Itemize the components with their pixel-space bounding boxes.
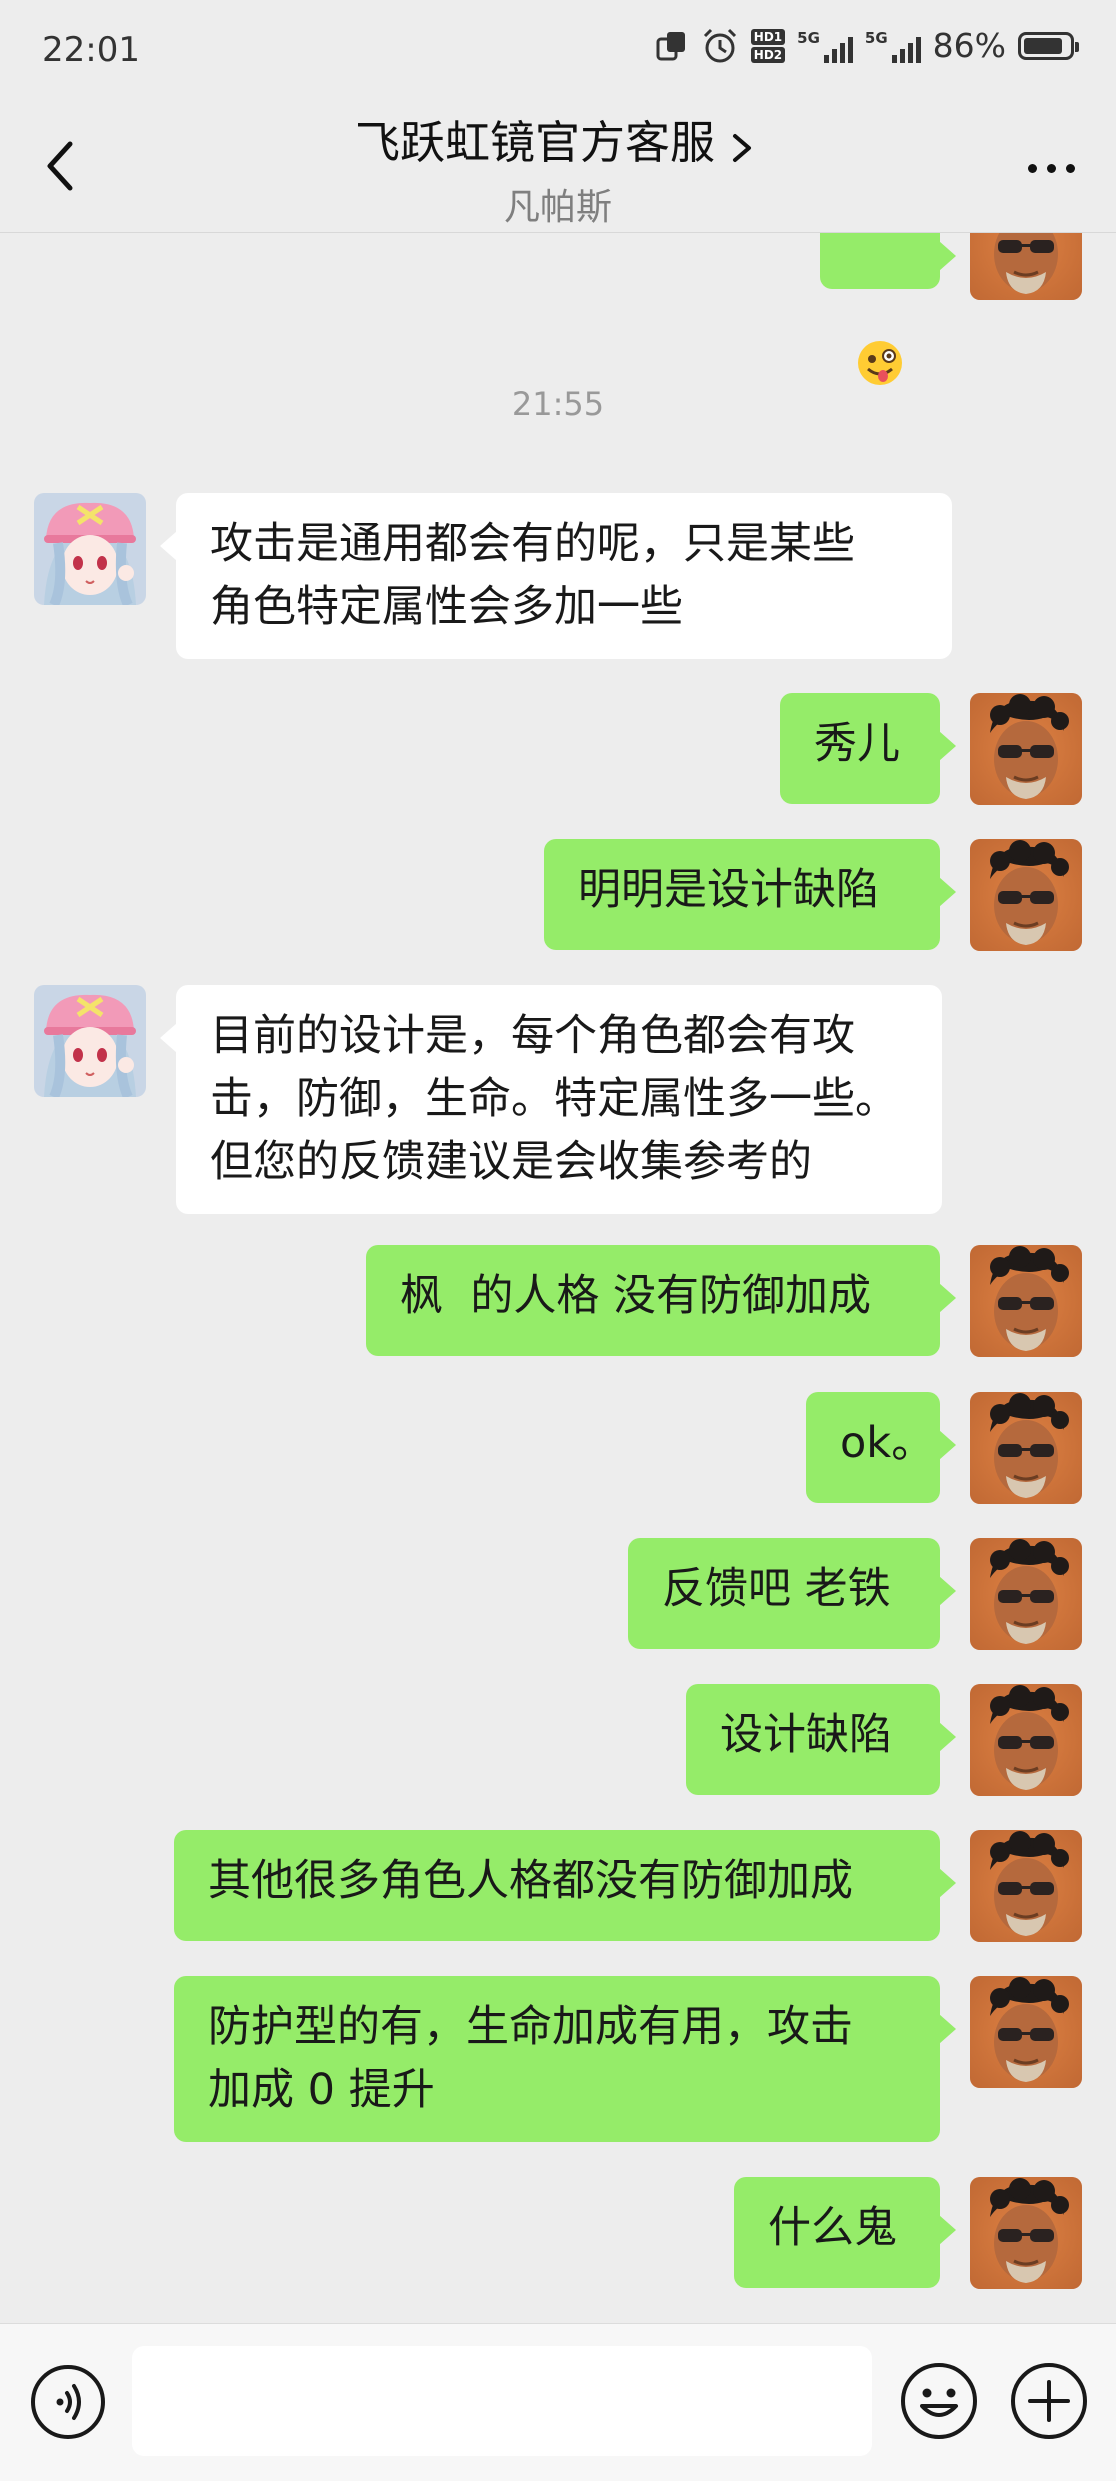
status-bar: 22:01 HD1 HD2 5G 5G 86% — [0, 0, 1116, 100]
plus-icon — [1011, 2363, 1087, 2439]
my-avatar[interactable] — [970, 1830, 1082, 1942]
more-icon — [1027, 163, 1075, 173]
message-bubble[interactable]: 设计缺陷 — [686, 1684, 956, 1795]
signal-icon: 5G — [797, 29, 853, 63]
status-icons: HD1 HD2 5G 5G 86% — [655, 26, 1079, 65]
battery-percent: 86% — [932, 26, 1006, 65]
chat-title-button[interactable]: 飞跃虹镜官方客服 — [0, 106, 1116, 171]
my-avatar[interactable] — [970, 1245, 1082, 1357]
hd-label-1: HD1 — [750, 28, 786, 45]
signal-icon-2: 5G — [865, 29, 921, 63]
status-time: 22:01 — [42, 30, 140, 70]
network-label-2: 5G — [864, 28, 888, 47]
my-avatar[interactable] — [970, 839, 1082, 951]
message-bubble-emoji[interactable] — [820, 233, 956, 385]
chat-title: 飞跃虹镜官方客服 — [354, 116, 715, 169]
hd-icon: HD1 HD2 — [750, 28, 786, 63]
chevron-right-icon — [721, 126, 761, 166]
input-bar — [0, 2323, 1116, 2481]
chat-subtitle: 凡帕斯 — [503, 187, 612, 228]
agent-avatar[interactable] — [34, 985, 146, 1097]
screen-icon — [655, 29, 689, 63]
my-avatar[interactable] — [970, 693, 1082, 805]
message-bubble[interactable]: 什么鬼 — [734, 2177, 956, 2288]
my-avatar[interactable] — [970, 1684, 1082, 1796]
my-avatar[interactable] — [970, 1392, 1082, 1504]
chat-area[interactable]: 21:55 攻击是通用都会有的呢，只是某些 角色特定属性会多加一些秀儿明明是设计… — [0, 233, 1116, 2323]
my-avatar[interactable] — [970, 1538, 1082, 1650]
message-bubble[interactable]: 秀儿 — [780, 693, 956, 804]
message-bubble[interactable]: 其他很多角色人格都没有防御加成 — [174, 1830, 956, 1941]
message-bubble[interactable]: 攻击是通用都会有的呢，只是某些 角色特定属性会多加一些 — [160, 493, 952, 659]
voice-button[interactable] — [28, 2362, 108, 2442]
message-bubble[interactable]: 防护型的有，生命加成有用，攻击 加成 0 提升 — [174, 1976, 956, 2142]
message-bubble[interactable]: ok。 — [806, 1392, 956, 1503]
emoji-button[interactable] — [898, 2360, 980, 2442]
chat-header: 飞跃虹镜官方客服 凡帕斯 — [0, 100, 1116, 233]
message-bubble[interactable]: 反馈吧 老铁 — [628, 1538, 956, 1649]
my-avatar[interactable] — [970, 1976, 1082, 2088]
network-label-1: 5G — [797, 28, 820, 47]
hd-label-2: HD2 — [750, 46, 786, 63]
agent-avatar[interactable] — [34, 493, 146, 605]
my-avatar[interactable] — [970, 233, 1082, 300]
battery-icon — [1018, 31, 1079, 60]
emoji-icon — [901, 2363, 977, 2439]
message-timestamp: 21:55 — [511, 385, 605, 423]
more-button[interactable] — [1016, 148, 1086, 188]
message-bubble[interactable]: 枫 的人格 没有防御加成 — [366, 1245, 956, 1356]
my-avatar[interactable] — [970, 2177, 1082, 2289]
message-bubble[interactable]: 目前的设计是，每个角色都会有攻 击，防御，生命。特定属性多一些。 但您的反馈建议… — [160, 985, 942, 1214]
message-bubble[interactable]: 明明是设计缺陷 — [544, 839, 956, 950]
plus-button[interactable] — [1008, 2360, 1090, 2442]
voice-icon — [31, 2365, 105, 2439]
message-input[interactable] — [132, 2346, 872, 2456]
alarm-icon — [701, 27, 739, 65]
